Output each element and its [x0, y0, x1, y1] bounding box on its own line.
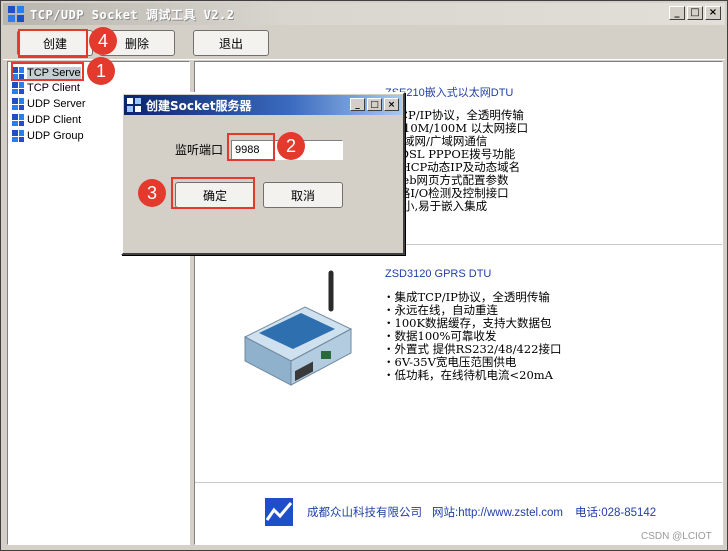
tree-item-tcp-client[interactable]: TCP Client [12, 80, 80, 96]
close-button[interactable]: × [705, 6, 721, 20]
maximize-button[interactable]: □ [687, 6, 703, 20]
divider [195, 482, 722, 483]
ad2-title: ZSD3120 GPRS DTU [385, 268, 492, 280]
network-icon [12, 114, 24, 126]
dialog-title-bar[interactable]: 创建Socket服务器 _ □ × [124, 95, 402, 115]
step-marker-2: 2 [277, 132, 305, 160]
highlight-port [227, 133, 275, 161]
step-marker-4: 4 [89, 27, 117, 55]
company-name: 成都众山科技有限公司 [307, 507, 422, 519]
ad2-feature: ・低功耗，在线待机电流<20mA [383, 368, 553, 382]
website-link[interactable]: 网站:http://www.zstel.com [432, 504, 563, 520]
tree-item-label: UDP Server [27, 98, 86, 110]
dialog-maximize-button[interactable]: □ [367, 98, 382, 111]
tree-item-udp-group[interactable]: UDP Group [12, 128, 84, 144]
port-label: 监听端口 [175, 143, 224, 157]
minimize-button[interactable]: _ [669, 6, 685, 20]
cancel-button[interactable]: 取消 [263, 182, 343, 208]
main-window: TCP/UDP Socket 调试工具 V2.2 _ □ × 创建 删除 退出 … [0, 0, 728, 551]
tree-item-udp-server[interactable]: UDP Server [12, 96, 85, 112]
highlight-tcp-server [11, 62, 84, 81]
app-icon [8, 6, 24, 22]
highlight-ok [171, 177, 255, 209]
dialog-minimize-button[interactable]: _ [350, 98, 365, 111]
window-title: TCP/UDP Socket 调试工具 V2.2 [30, 7, 235, 22]
step-marker-3: 3 [138, 179, 166, 207]
network-icon [12, 98, 24, 110]
tree-item-label: TCP Client [27, 82, 80, 94]
tree-item-label: UDP Client [27, 114, 82, 126]
step-marker-1: 1 [87, 57, 115, 85]
footer: 成都众山科技有限公司 网站:http://www.zstel.com 电话:02… [265, 498, 656, 526]
create-server-dialog: 创建Socket服务器 _ □ × 监听端口 9988 确定 取消 [121, 92, 405, 255]
company-logo-icon [265, 498, 293, 526]
dialog-title: 创建Socket服务器 [146, 98, 252, 113]
tree-item-udp-client[interactable]: UDP Client [12, 112, 81, 128]
dialog-close-button[interactable]: × [384, 98, 399, 111]
gprs-dtu-image [243, 270, 353, 386]
title-bar[interactable]: TCP/UDP Socket 调试工具 V2.2 _ □ × [3, 3, 725, 25]
phone-text: 电话:028-85142 [575, 507, 657, 519]
highlight-create [18, 29, 88, 58]
exit-button[interactable]: 退出 [193, 30, 269, 56]
network-icon [12, 82, 24, 94]
tree-item-label: UDP Group [27, 130, 84, 142]
app-icon [127, 98, 141, 112]
network-icon [12, 130, 24, 142]
watermark: CSDN @LCIOT [641, 531, 712, 542]
